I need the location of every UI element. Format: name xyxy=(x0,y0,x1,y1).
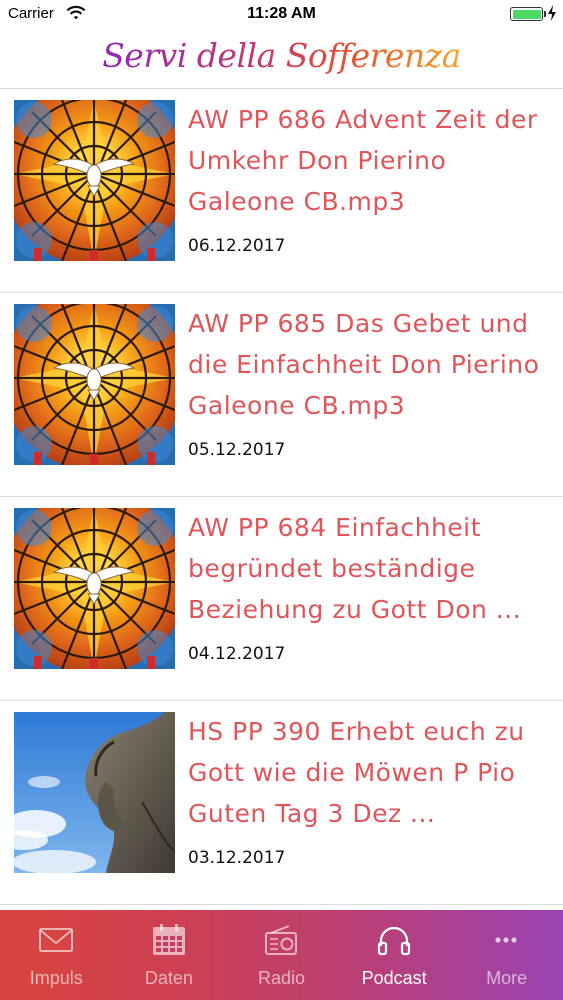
podcast-thumbnail xyxy=(14,304,175,465)
app-title: Servi della Sofferenza xyxy=(102,36,461,75)
tab-impuls[interactable]: Impuls xyxy=(0,910,113,1000)
podcast-thumbnail xyxy=(14,712,175,873)
tab-bar: Impuls Daten Radio Podcast More xyxy=(0,910,563,1000)
tab-more[interactable]: More xyxy=(450,910,563,1000)
envelope-icon xyxy=(39,928,73,952)
podcast-list-item[interactable]: AW PP 685 Das Gebet und die Einfachheit … xyxy=(0,293,563,497)
podcast-date: 03.12.2017 xyxy=(188,848,286,868)
charging-icon xyxy=(548,5,556,21)
battery-icon xyxy=(510,7,543,21)
headphones-icon xyxy=(377,926,410,956)
app-header: Servi della Sofferenza xyxy=(0,36,563,88)
radio-icon xyxy=(265,925,298,955)
podcast-list-item[interactable]: AW PP 686 Advent Zeit der Umkehr Don Pie… xyxy=(0,89,563,293)
podcast-list-item[interactable]: AW PP 684 Einfachheit begründet beständi… xyxy=(0,497,563,701)
podcast-title: AW PP 685 Das Gebet und die Einfachheit … xyxy=(188,309,540,420)
podcast-title: AW PP 686 Advent Zeit der Umkehr Don Pie… xyxy=(188,105,538,216)
podcast-title: HS PP 390 Erhebt euch zu Gott wie die Mö… xyxy=(188,717,525,828)
calendar-icon xyxy=(152,924,185,955)
podcast-list-item[interactable]: HS PP 390 Erhebt euch zu Gott wie die Mö… xyxy=(0,701,563,905)
tab-label: Impuls xyxy=(29,968,83,988)
podcast-date: 06.12.2017 xyxy=(188,236,286,256)
tab-label: Daten xyxy=(144,968,193,988)
tab-daten[interactable]: Daten xyxy=(113,910,226,1000)
status-time: 11:28 AM xyxy=(247,5,316,22)
status-bar: Carrier 11:28 AM xyxy=(0,0,563,30)
podcast-thumbnail xyxy=(14,100,175,261)
battery-tip xyxy=(544,11,546,17)
tab-radio[interactable]: Radio xyxy=(225,910,338,1000)
tab-label: More xyxy=(486,968,528,988)
podcast-list: AW PP 686 Advent Zeit der Umkehr Don Pie… xyxy=(0,89,563,905)
podcast-date: 04.12.2017 xyxy=(188,644,286,664)
podcast-title: AW PP 684 Einfachheit begründet beständi… xyxy=(188,513,522,624)
tab-label: Radio xyxy=(257,968,305,988)
tab-podcast[interactable]: Podcast xyxy=(338,910,451,1000)
podcast-thumbnail xyxy=(14,508,175,669)
tab-label: Podcast xyxy=(361,968,427,988)
podcast-date: 05.12.2017 xyxy=(188,440,286,460)
more-icon xyxy=(495,937,517,943)
